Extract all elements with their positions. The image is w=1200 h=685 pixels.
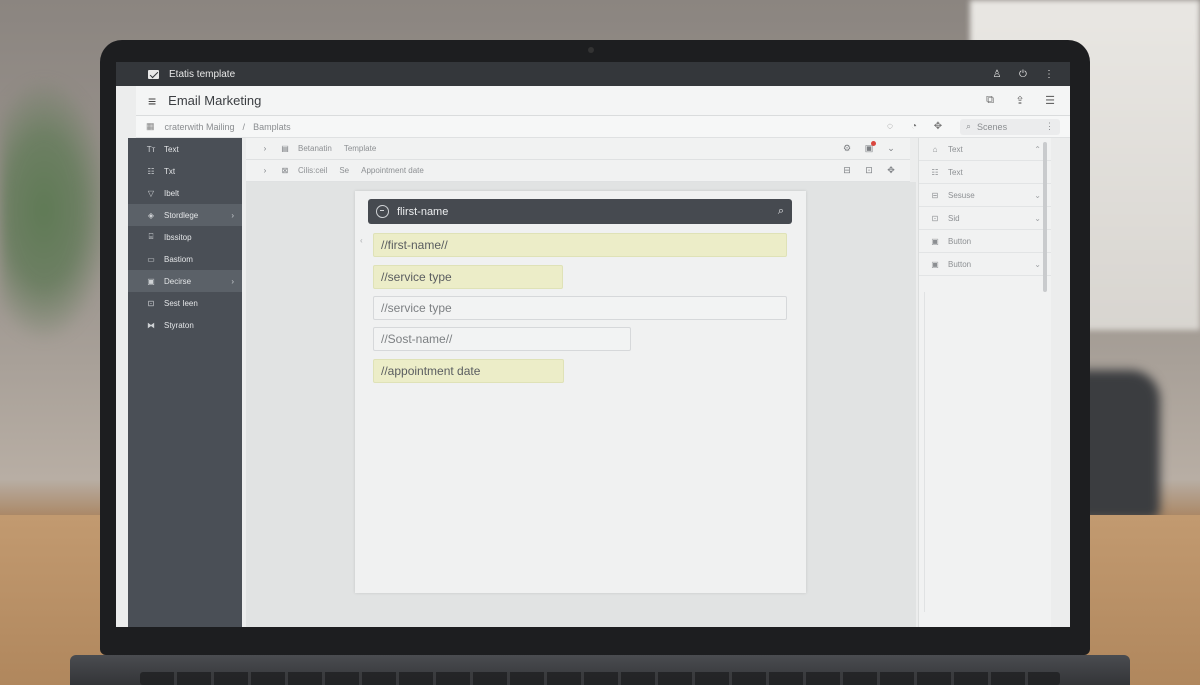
panel-scrollbar[interactable] xyxy=(1043,142,1047,292)
email-document: ‹ flirst-name ⌕ //first-name// //service… xyxy=(355,191,806,593)
sidebar: Tт Text ☷ Txt ▽ Ibelt ◈ Stordlege › ⌸ Ib… xyxy=(128,138,242,627)
hamburger-menu-icon[interactable]: ≡ xyxy=(148,93,156,109)
list-icon: ☷ xyxy=(147,166,155,176)
text-icon: Tт xyxy=(146,144,156,154)
shape-icon: ◈ xyxy=(147,210,155,220)
breadcrumb: ▦ craterwith Mailing / Bamplats ◌ ◔ ✥ ⌕ … xyxy=(136,116,1070,138)
panel-item-sesuse[interactable]: ⊟ Sesuse ⌄ xyxy=(919,184,1051,207)
filter-icon: ▽ xyxy=(147,188,155,198)
subtoolbar-label: Betanatin xyxy=(298,144,332,153)
sidebar-item-stordlege[interactable]: ◈ Stordlege › xyxy=(128,204,242,226)
panel-divider xyxy=(924,292,925,612)
grid-icon[interactable]: ▦ xyxy=(146,121,155,132)
sidebar-item-ibssitop[interactable]: ⌸ Ibssitop xyxy=(128,226,242,248)
notification-icon[interactable]: ▣ xyxy=(862,141,876,154)
subtoolbar-row-2: › ⊠ Cilis:ceil Se Appointment date ⊟ ⊡ ✥ xyxy=(246,160,910,182)
chevron-right-icon[interactable]: › xyxy=(258,144,272,153)
merge-field[interactable]: //Sost-name// xyxy=(373,327,631,351)
merge-field[interactable]: //appointment date xyxy=(373,359,564,383)
user-icon[interactable]: ♙ xyxy=(990,69,1004,80)
more-vertical-icon[interactable]: ⋮ xyxy=(1045,121,1054,132)
chevron-down-icon[interactable]: ⌄ xyxy=(1034,214,1041,223)
breadcrumb-separator: / xyxy=(242,121,246,132)
minus-circle-icon xyxy=(376,205,389,218)
button-icon: ▣ xyxy=(931,259,939,269)
panel-item-button[interactable]: ▣ Button xyxy=(919,230,1051,253)
app-header: ≡ Email Marketing ⧉ ⇪ ☰ xyxy=(136,86,1070,116)
breadcrumb-item[interactable]: Bamplats xyxy=(253,122,291,132)
section-icon: ⊟ xyxy=(931,190,939,200)
merge-field[interactable]: //first-name// xyxy=(373,233,787,257)
mail-icon xyxy=(148,69,159,79)
sidebar-item-txt[interactable]: ☷ Txt xyxy=(128,160,242,182)
window-title: Etatis template xyxy=(169,68,236,80)
power-icon[interactable]: ⏻ xyxy=(1016,69,1030,80)
image-icon[interactable]: ⊡ xyxy=(862,165,876,176)
move-icon[interactable]: ✥ xyxy=(884,165,898,176)
refresh-icon[interactable]: ◌ xyxy=(882,121,898,132)
sidebar-item-text[interactable]: Tт Text xyxy=(128,138,242,160)
button-icon: ▭ xyxy=(147,254,155,264)
subtoolbar-label: Appointment date xyxy=(361,166,424,175)
chevron-right-icon[interactable]: › xyxy=(258,166,272,175)
section-icon: ▣ xyxy=(147,276,155,286)
search-label: Scenes xyxy=(977,121,1008,132)
settings-icon[interactable]: ⚙ xyxy=(840,143,854,154)
webcam xyxy=(588,47,594,53)
chevron-down-icon[interactable]: ⌄ xyxy=(1034,260,1041,269)
menu-lines-icon[interactable]: ☰ xyxy=(1042,94,1058,107)
keyboard xyxy=(140,672,1060,685)
panel-item-text[interactable]: ☷ Text xyxy=(919,161,1051,184)
panel-item-sid[interactable]: ⊡ Sid ⌄ xyxy=(919,207,1051,230)
properties-panel: ⌂ Text ⌃ ☷ Text ⊟ Sesuse ⌄ ⊡ Sid ⌄ ▣ But… xyxy=(918,138,1051,627)
search-input[interactable]: ⌕ Scenes ⋮ xyxy=(960,118,1060,135)
search-icon: ⌕ xyxy=(966,121,972,131)
subtoolbar-row-1: › ▤ Betanatin Template ⚙ ▣ ⌄ xyxy=(246,138,910,160)
subtoolbar-label: Se xyxy=(339,166,350,175)
external-link-icon[interactable]: ⧉ xyxy=(982,94,998,107)
breadcrumb-item[interactable]: craterwith Mailing xyxy=(165,122,235,132)
lock-icon[interactable]: ⊟ xyxy=(840,165,854,176)
merge-field[interactable]: //service type xyxy=(373,265,563,289)
sidebar-item-styraton[interactable]: ⧓ Styraton xyxy=(128,314,242,336)
sync-icon: ⧓ xyxy=(147,320,155,330)
chevron-down-icon[interactable]: ⌄ xyxy=(884,143,898,154)
notification-dot xyxy=(871,141,876,146)
drag-handle-icon[interactable]: ‹ xyxy=(360,236,363,245)
panel-item-button[interactable]: ▣ Button ⌄ xyxy=(919,253,1051,276)
document-header-label: flirst-name xyxy=(397,205,449,218)
move-icon[interactable]: ✥ xyxy=(930,121,946,132)
subtoolbar-label: Cilis:ceil xyxy=(298,166,328,175)
sidebar-item-bastiom[interactable]: ▭ Bastiom xyxy=(128,248,242,270)
image-icon: ⊠ xyxy=(281,166,289,175)
list-icon: ☷ xyxy=(931,167,939,177)
window-titlebar: Etatis template ♙ ⏻ ⋮ xyxy=(116,62,1070,86)
sidebar-item-decirse[interactable]: ▣ Decirse › xyxy=(128,270,242,292)
chevron-right-icon: › xyxy=(231,210,234,220)
sidebar-item-ibelt[interactable]: ▽ Ibelt xyxy=(128,182,242,204)
template-icon: ▤ xyxy=(281,144,289,153)
share-icon[interactable]: ⇪ xyxy=(1012,94,1028,107)
sidebar-item-sest-ieen[interactable]: ⊡ Sest Ieen xyxy=(128,292,242,314)
document-header[interactable]: flirst-name ⌕ xyxy=(368,199,792,224)
slot-icon: ⊡ xyxy=(147,298,155,308)
history-icon[interactable]: ◔ xyxy=(906,121,922,132)
chevron-down-icon[interactable]: ⌄ xyxy=(1034,191,1041,200)
tag-icon: ⌂ xyxy=(932,144,938,154)
app-title: Email Marketing xyxy=(168,93,262,108)
background-plant xyxy=(0,80,110,340)
laptop-screen: Etatis template ♙ ⏻ ⋮ ≡ Email Marketing … xyxy=(116,62,1070,627)
merge-field[interactable]: //service type xyxy=(373,296,787,320)
subtoolbar-label: Template xyxy=(343,144,377,153)
search-icon[interactable]: ⌕ xyxy=(778,205,784,218)
layout-icon: ⌸ xyxy=(148,232,154,241)
button-icon: ▣ xyxy=(931,236,939,246)
chevron-up-icon[interactable]: ⌃ xyxy=(1034,145,1041,154)
chevron-right-icon: › xyxy=(231,276,234,286)
more-vertical-icon[interactable]: ⋮ xyxy=(1042,69,1056,80)
panel-item-text[interactable]: ⌂ Text ⌃ xyxy=(919,138,1051,161)
slot-icon: ⊡ xyxy=(931,213,939,223)
